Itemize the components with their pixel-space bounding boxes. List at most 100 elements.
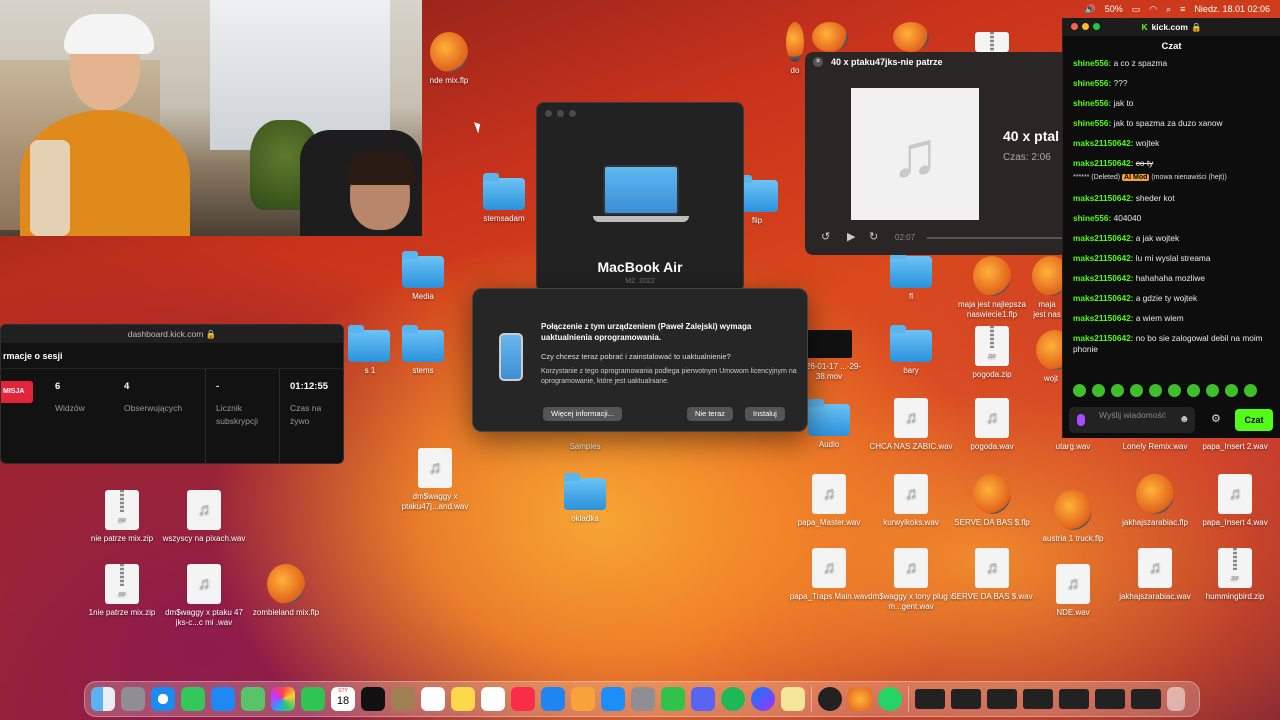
desktop-icon-dmswaggy-tony[interactable]: ♫ dm$waggy x tony plug x m...gent.wav [866,548,956,612]
emoji-icon[interactable]: ☻ [1179,414,1190,425]
maps-icon[interactable] [241,687,265,711]
keynote-icon[interactable] [541,687,565,711]
search-icon[interactable]: ⌕ [1166,4,1171,15]
activity-monitor-icon[interactable] [818,687,842,711]
settings-icon[interactable] [631,687,655,711]
menubar-clock[interactable]: Niedz. 18.01 02:06 [1194,4,1270,14]
gear-icon[interactable]: ⚙ [1211,412,1221,425]
numbers-icon[interactable] [661,687,685,711]
desktop-icon-maja[interactable]: maja jest najlepsza naswiecie1.flp [947,256,1037,320]
emote-icon[interactable] [1244,384,1257,397]
notes-icon[interactable] [451,687,475,711]
desktop-icon-wszyscy[interactable]: ♫ wszyscy na pixach.wav [159,490,249,544]
emote-icon[interactable] [1225,384,1238,397]
fl-studio-file-icon[interactable] [812,22,848,52]
reminders-icon[interactable] [421,687,445,711]
emote-icon[interactable] [1187,384,1200,397]
emote-icon[interactable] [1149,384,1162,397]
emote-icon[interactable] [1111,384,1124,397]
window-controls[interactable] [1071,23,1100,30]
more-info-button[interactable]: Więcej informacji... [543,407,622,421]
desktop-icon-papa-master[interactable]: ♫ papa_Master.wav [784,474,874,528]
speaker-icon[interactable]: 🔊 [1085,4,1096,15]
desktop-icon-papa-insert2[interactable]: papa_Insert 2.wav [1190,442,1280,452]
freeform-icon[interactable] [481,687,505,711]
play-icon[interactable]: ▶ [847,230,855,243]
photos-icon[interactable] [271,687,295,711]
emote-icon[interactable] [1073,384,1086,397]
forward-icon[interactable]: ↻ [869,230,878,243]
battery-percent[interactable]: 50% [1105,4,1123,14]
chat-input[interactable]: Wyślij wiadomość [1069,407,1195,433]
close-icon[interactable]: × [813,57,823,67]
minimized-window[interactable] [1023,689,1053,709]
messages-icon[interactable] [181,687,205,711]
safari-icon[interactable] [151,687,175,711]
desktop-icon-papa-traps[interactable]: ♫ papa_Traps Main.wav [784,548,874,602]
desktop-icon-pogoda-wav[interactable]: ♫ pogoda.wav [947,398,1037,452]
notes-yellow-icon[interactable] [781,687,805,711]
rewind-icon[interactable]: ↺ [821,230,830,243]
desktop-icon-zombieland[interactable]: zombieland mix.flp [241,564,331,618]
desktop-icon-kurwyikoks[interactable]: ♫ kurwyikoks.wav [866,474,956,528]
battery-icon[interactable]: ▭ [1132,4,1141,15]
desktop-icon-lonely[interactable]: Lonely Remix.wav [1110,442,1200,452]
appstore-icon[interactable] [601,687,625,711]
desktop-icon-nde-wav[interactable]: ♫ NDE.wav [1028,564,1118,618]
mic-icon[interactable] [1077,414,1085,426]
fl-studio-file-icon[interactable] [893,22,929,52]
facetime-icon[interactable] [301,687,325,711]
pages-icon[interactable] [571,687,595,711]
minimized-window[interactable] [1131,689,1161,709]
desktop-icon-austria[interactable]: austria 1 truck.flp [1028,490,1118,544]
desktop-icon-chca[interactable]: ♫ CHCA NAS ZABIC.wav [866,398,956,452]
minimized-window[interactable] [987,689,1017,709]
mail-icon[interactable] [211,687,235,711]
minimized-window[interactable] [951,689,981,709]
desktop-icon-do[interactable]: do [784,22,806,76]
desktop-icon-serve-wav[interactable]: ♫ SERVE DA BAS $.wav [947,548,1037,602]
desktop-icon-pogoda-zip[interactable]: ZIP pogoda.zip [947,326,1037,380]
emote-icon[interactable] [1206,384,1219,397]
desktop-icon-jakhajs-flp[interactable]: jakhajszarabiac.flp [1110,474,1200,528]
minimized-window[interactable] [915,689,945,709]
desktop-icon-samples[interactable]: Samples [540,442,630,452]
desktop-icon-bary[interactable]: bary [866,325,956,376]
fl-studio-icon[interactable] [848,687,872,711]
desktop-icon-1nie-patrze[interactable]: ZIP 1nie patrze mix.zip [77,564,167,618]
chat-send-button[interactable]: Czat [1235,409,1273,431]
emote-icon[interactable] [1130,384,1143,397]
launchpad-icon[interactable] [121,687,145,711]
desktop-icon-hummingbird[interactable]: ZIP hummingbird.zip [1190,548,1280,602]
emote-icon[interactable] [1092,384,1105,397]
desktop-icon-dmswaggy[interactable]: ♫ dm$waggy x ptaku47j...and.wav [390,448,480,512]
control-center-icon[interactable]: ≡ [1180,4,1185,14]
wifi-icon[interactable]: ◠ [1149,4,1157,15]
install-button[interactable]: Instaluj [745,407,785,421]
minimized-window[interactable] [1095,689,1125,709]
messenger-icon[interactable] [751,687,775,711]
window-controls[interactable] [545,110,576,117]
desktop-icon-okladka[interactable]: okladka [540,473,630,524]
desktop-icon-media[interactable]: Media [378,251,468,302]
finder-icon[interactable] [91,687,115,711]
emote-icon[interactable] [1168,384,1181,397]
calendar-icon[interactable]: STY 18 [331,687,355,711]
not-now-button[interactable]: Nie teraz [687,407,734,421]
trash-icon[interactable] [1167,687,1185,711]
progress-slider[interactable] [927,237,1067,239]
music-icon[interactable] [511,687,535,711]
whatsapp-icon[interactable] [878,687,902,711]
minimized-window[interactable] [1059,689,1089,709]
desktop-icon-jakhajs-wav[interactable]: ♫ jakhajszarabiac.wav [1110,548,1200,602]
desktop-icon-fl[interactable]: fl [866,251,956,302]
desktop-icon-maja2[interactable]: maja jest nas [1032,256,1062,320]
appletv-icon[interactable] [361,687,385,711]
desktop-icon-utarg[interactable]: utarg.wav [1028,442,1118,452]
desktop-icon-nie-patrze-zip[interactable]: ZIP nie patrze mix.zip [77,490,167,544]
notes-folder-icon[interactable] [391,687,415,711]
desktop-icon-papa-insert4[interactable]: ♫ papa_Insert 4.wav [1190,474,1280,528]
desktop-icon-dmswaggy2[interactable]: ♫ dm$waggy x ptaku 47 jks-c...c mi .wav [159,564,249,628]
discord-icon[interactable] [691,687,715,711]
spotify-icon[interactable] [721,687,745,711]
